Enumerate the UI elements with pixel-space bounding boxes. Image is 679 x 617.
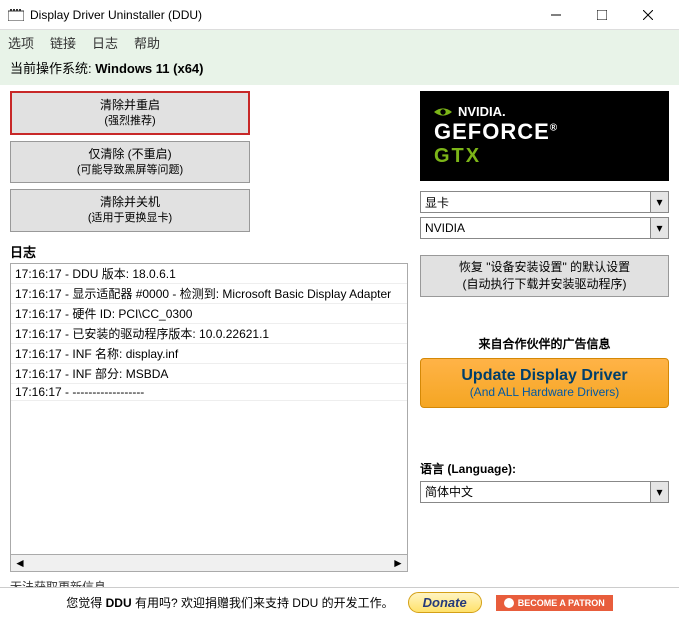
restore-line2: (自动执行下载并安装驱动程序) (421, 276, 668, 293)
nvidia-gtx-logo: NVIDIA. GEFORCE® GTX (420, 91, 669, 181)
menu-log[interactable]: 日志 (92, 33, 118, 52)
log-line: 17:16:17 - DDU 版本: 18.0.6.1 (11, 264, 407, 284)
nvidia-eye-icon (434, 106, 452, 118)
log-line: 17:16:17 - INF 部分: MSBDA (11, 364, 407, 384)
device-type-dropdown[interactable]: 显卡 ▾ (420, 191, 669, 213)
device-type-value: 显卡 (425, 194, 449, 211)
clean-shutdown-label: 清除并关机 (100, 195, 160, 209)
geforce-text: GEFORCE (434, 119, 550, 144)
clean-restart-label: 清除并重启 (100, 98, 160, 112)
chevron-down-icon: ▾ (650, 192, 668, 212)
clean-shutdown-button[interactable]: 清除并关机 (适用于更换显卡) (10, 189, 250, 231)
language-value: 简体中文 (425, 483, 473, 500)
vendor-value: NVIDIA (425, 221, 465, 235)
window-title: Display Driver Uninstaller (DDU) (30, 8, 533, 22)
menu-options[interactable]: 选项 (8, 33, 34, 52)
scroll-right-icon[interactable]: ► (391, 556, 405, 570)
donate-button[interactable]: Donate (408, 592, 482, 613)
clean-only-label: 仅清除 (不重启) (88, 147, 171, 161)
update-driver-sub: (And ALL Hardware Drivers) (425, 385, 664, 399)
clean-only-button[interactable]: 仅清除 (不重启) (可能导致黑屏等问题) (10, 141, 250, 183)
menu-help[interactable]: 帮助 (134, 33, 160, 52)
nvidia-text: NVIDIA. (458, 104, 506, 119)
close-button[interactable] (625, 0, 671, 30)
partner-ad-label: 来自合作伙伴的广告信息 (420, 335, 669, 352)
os-info: 当前操作系统: Windows 11 (x64) (0, 54, 679, 85)
log-line: 17:16:17 - 硬件 ID: PCI\CC_0300 (11, 304, 407, 324)
clean-restart-sub: (强烈推荐) (12, 114, 248, 129)
menu-links[interactable]: 链接 (50, 33, 76, 52)
footer-text: 您觉得 DDU 有用吗? 欢迎捐赠我们来支持 DDU 的开发工作。 (66, 594, 393, 611)
log-hscrollbar[interactable]: ◄ ► (10, 555, 408, 572)
update-driver-button[interactable]: Update Display Driver (And ALL Hardware … (420, 358, 669, 408)
clean-restart-button[interactable]: 清除并重启 (强烈推荐) (10, 91, 250, 135)
log-line: 17:16:17 - 显示适配器 #0000 - 检测到: Microsoft … (11, 284, 407, 304)
os-label: 当前操作系统: (10, 61, 95, 76)
clean-shutdown-sub: (适用于更换显卡) (11, 211, 249, 226)
patron-label: BECOME A PATRON (518, 598, 605, 608)
restore-line1: 恢复 "设备安装设置" 的默认设置 (421, 259, 668, 276)
log-line: 17:16:17 - INF 名称: display.inf (11, 344, 407, 364)
log-box[interactable]: 17:16:17 - DDU 版本: 18.0.6.1 17:16:17 - 显… (10, 263, 408, 555)
patron-icon (504, 598, 514, 608)
chevron-down-icon: ▾ (650, 482, 668, 502)
scroll-left-icon[interactable]: ◄ (13, 556, 27, 570)
window-controls (533, 0, 671, 30)
vendor-dropdown[interactable]: NVIDIA ▾ (420, 217, 669, 239)
language-label: 语言 (Language): (420, 460, 669, 477)
footer: 您觉得 DDU 有用吗? 欢迎捐赠我们来支持 DDU 的开发工作。 Donate… (0, 587, 679, 617)
log-line: 17:16:17 - ------------------ (11, 384, 407, 401)
os-value: Windows 11 (x64) (95, 61, 203, 76)
log-line: 17:16:17 - 已安装的驱动程序版本: 10.0.22621.1 (11, 324, 407, 344)
minimize-button[interactable] (533, 0, 579, 30)
gtx-text: GTX (434, 145, 655, 168)
maximize-button[interactable] (579, 0, 625, 30)
clean-only-sub: (可能导致黑屏等问题) (11, 163, 249, 178)
menubar: 选项 链接 日志 帮助 (0, 30, 679, 54)
chevron-down-icon: ▾ (650, 218, 668, 238)
app-icon (8, 7, 24, 23)
patron-button[interactable]: BECOME A PATRON (496, 595, 613, 611)
restore-defaults-button[interactable]: 恢复 "设备安装设置" 的默认设置 (自动执行下载并安装驱动程序) (420, 255, 669, 297)
update-driver-main: Update Display Driver (425, 367, 664, 385)
log-header: 日志 (10, 242, 408, 261)
titlebar: Display Driver Uninstaller (DDU) (0, 0, 679, 30)
language-dropdown[interactable]: 简体中文 ▾ (420, 481, 669, 503)
